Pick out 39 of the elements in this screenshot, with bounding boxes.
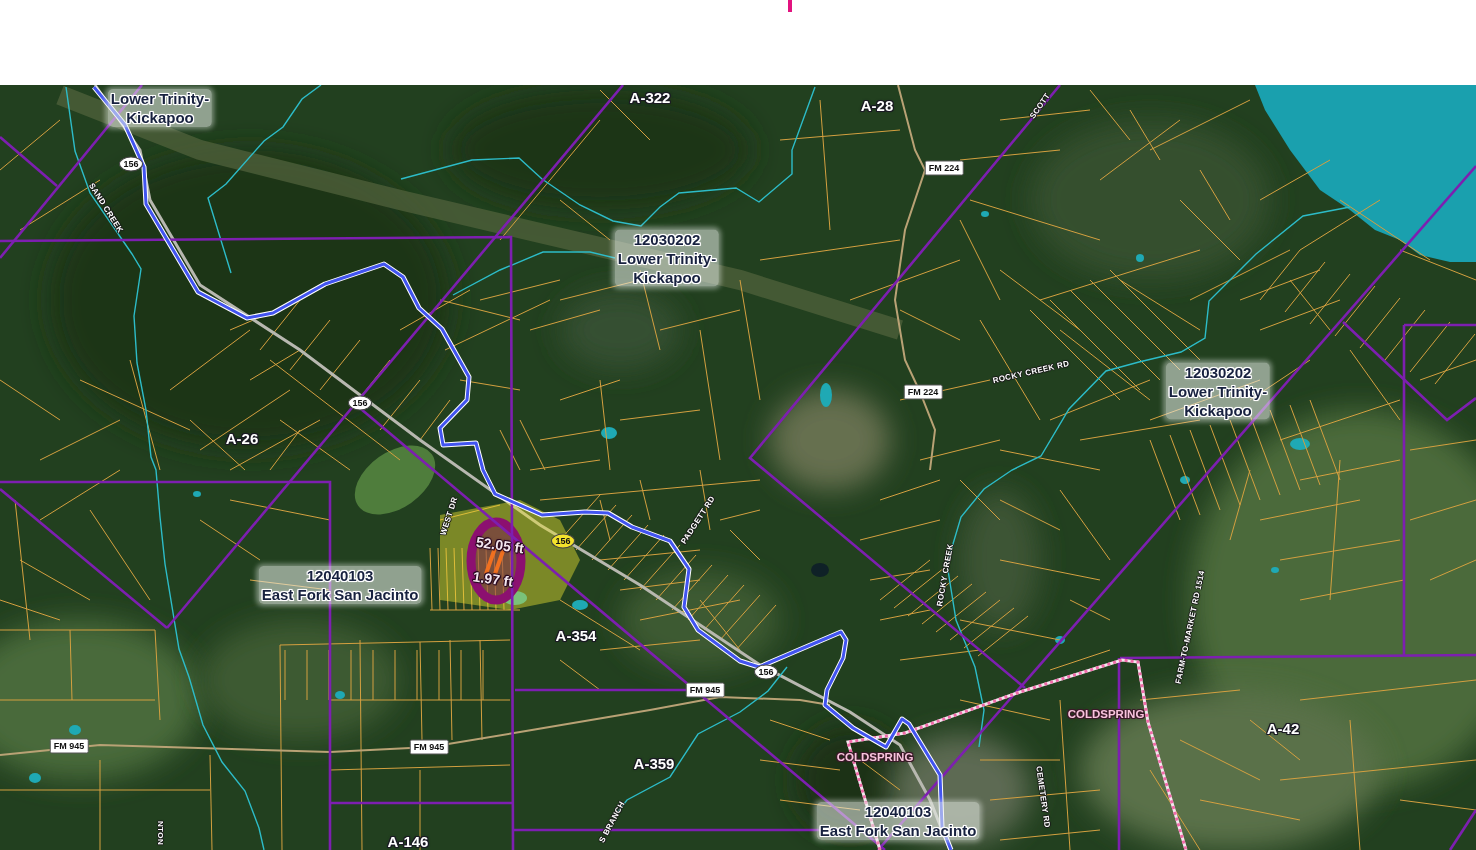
road-shield: FM 945	[49, 738, 89, 754]
abstract-label: A-42	[1266, 719, 1300, 737]
watershed-label: 12030202 Lower Trinity- Kickapoo	[614, 229, 720, 287]
pond-shape	[601, 427, 617, 439]
pond-shape	[69, 725, 81, 735]
abstract-label: A-26	[225, 429, 259, 447]
watershed-label: 12040103 East Fork San Jacinto	[258, 566, 422, 604]
abstract-label: A-322	[629, 88, 671, 106]
pond-shape	[335, 691, 345, 699]
pond-shape	[29, 773, 41, 783]
road-shield: FM 224	[903, 384, 943, 400]
street-label: CEMETERY RD	[1034, 765, 1052, 829]
pond-shape	[572, 600, 588, 610]
abstract-label: A-146	[387, 832, 429, 850]
pond-shape	[1271, 567, 1279, 573]
road-shield: FM 945	[685, 682, 725, 698]
abstract-label: A-359	[633, 754, 675, 772]
abstract-label: A-354	[555, 626, 597, 644]
marker-bar-icon	[788, 0, 792, 12]
pond-shape	[1290, 438, 1310, 450]
pond-shape	[1180, 476, 1190, 484]
watershed-label: Lower Trinity- Kickapoo	[107, 89, 213, 127]
measurement-label: 52.05 ft	[475, 533, 525, 557]
pond-shape	[820, 383, 832, 407]
street-label: ROCKY CREEK RD	[991, 358, 1071, 386]
abstract-label: A-28	[860, 96, 894, 114]
pond-shape	[193, 491, 201, 497]
pond-shape	[1136, 254, 1144, 262]
pond-shape	[1055, 636, 1065, 644]
measurement-label: 1.97 ft	[471, 568, 515, 590]
street-label: ROCKY CREEK	[935, 543, 955, 607]
pond-shape	[811, 563, 829, 577]
watershed-label: 12030202 Lower Trinity- Kickapoo	[1165, 362, 1271, 420]
street-label: WEST DR	[438, 495, 460, 537]
pond-shape	[981, 211, 989, 217]
pond-shape	[503, 591, 527, 605]
road-shield: FM 224	[924, 160, 964, 176]
road-shield: FM 945	[409, 739, 449, 755]
street-label: NTON	[155, 820, 165, 846]
